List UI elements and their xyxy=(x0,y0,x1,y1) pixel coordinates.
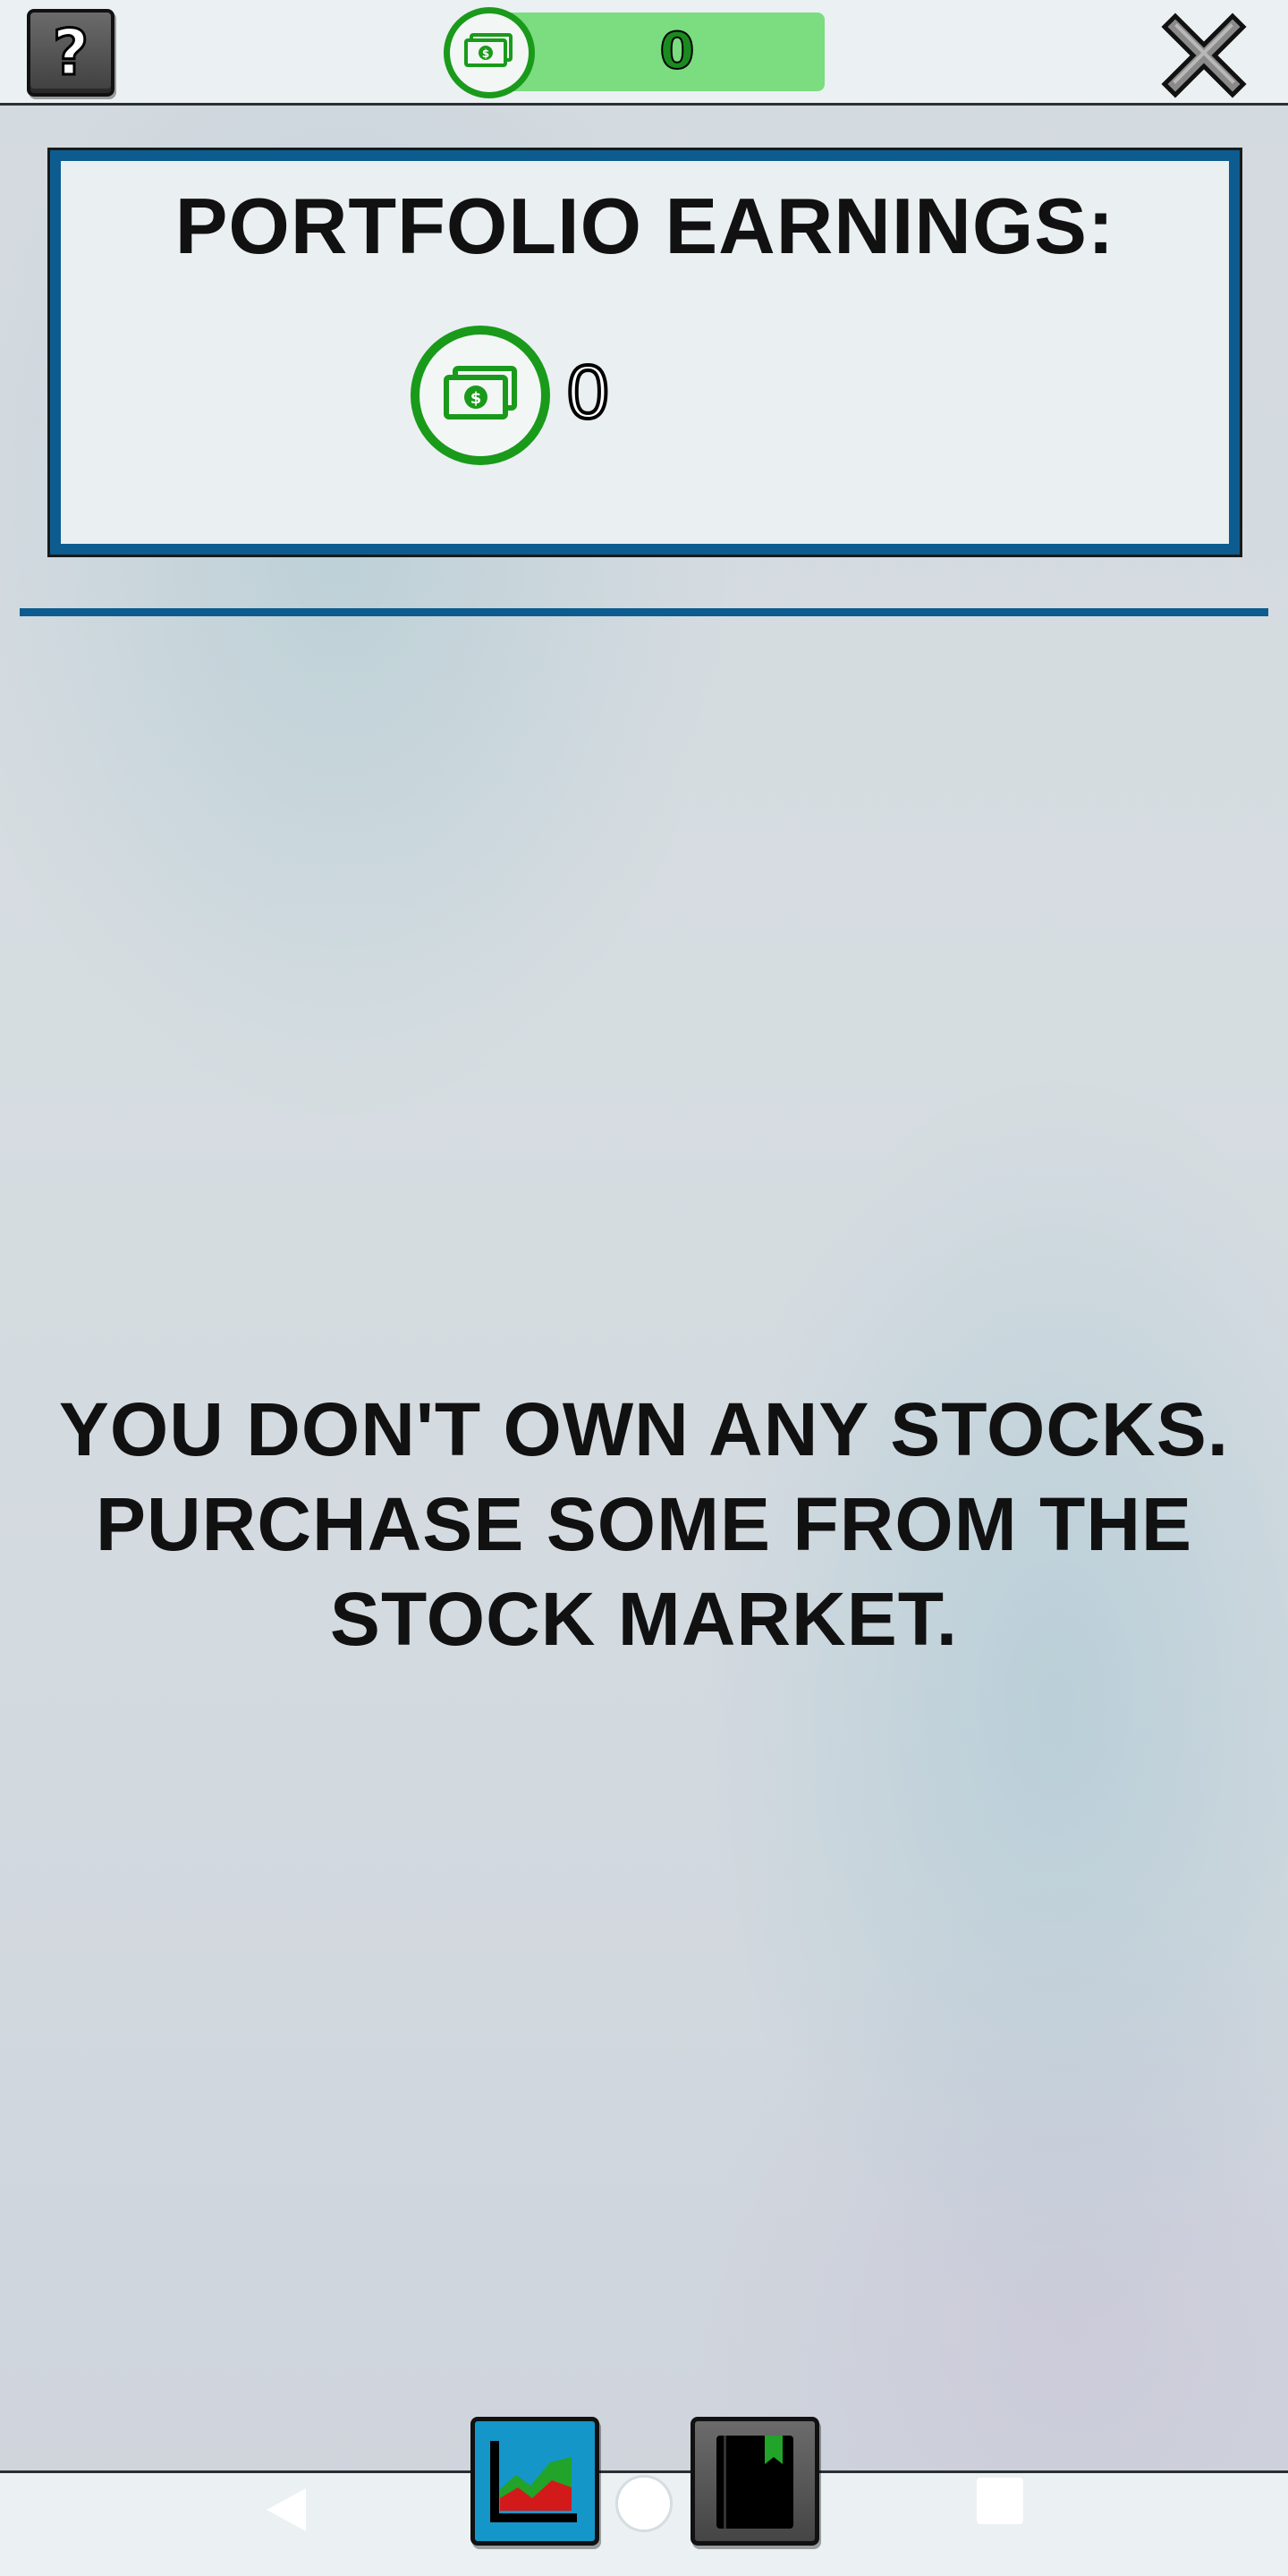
empty-message-line: YOU DON'T OWN ANY STOCKS. xyxy=(58,1387,1230,1471)
stock-market-tab-button[interactable] xyxy=(470,2417,599,2546)
stock-chart-icon xyxy=(490,2441,577,2522)
svg-text:$: $ xyxy=(470,389,482,408)
empty-message-line: PURCHASE SOME FROM THE xyxy=(95,1482,1193,1566)
portfolio-earnings-title: PORTFOLIO EARNINGS: xyxy=(174,182,1115,270)
balance-value: 0 xyxy=(659,21,696,81)
close-icon xyxy=(1161,13,1247,98)
back-icon[interactable] xyxy=(259,2485,313,2535)
home-icon[interactable] xyxy=(615,2475,673,2532)
section-divider xyxy=(20,608,1268,616)
cash-icon: $ xyxy=(411,326,550,465)
balance-display: 0 xyxy=(494,13,825,91)
portfolio-earnings-card: PORTFOLIO EARNINGS: $ 0 xyxy=(47,148,1242,557)
help-button[interactable]: ? xyxy=(27,9,114,97)
portfolio-earnings-value: 0 xyxy=(565,348,611,436)
svg-text:$: $ xyxy=(482,47,489,60)
empty-portfolio-message: YOU DON'T OWN ANY STOCKS. PURCHASE SOME … xyxy=(36,1382,1252,1666)
close-button[interactable] xyxy=(1159,11,1249,100)
cash-icon: $ xyxy=(444,7,535,98)
journal-bookmark-icon xyxy=(716,2436,793,2529)
empty-message-line: STOCK MARKET. xyxy=(329,1577,959,1661)
journal-tab-button[interactable] xyxy=(691,2417,819,2546)
recents-icon[interactable] xyxy=(977,2478,1023,2524)
top-bar: ? 0 $ xyxy=(0,0,1288,106)
